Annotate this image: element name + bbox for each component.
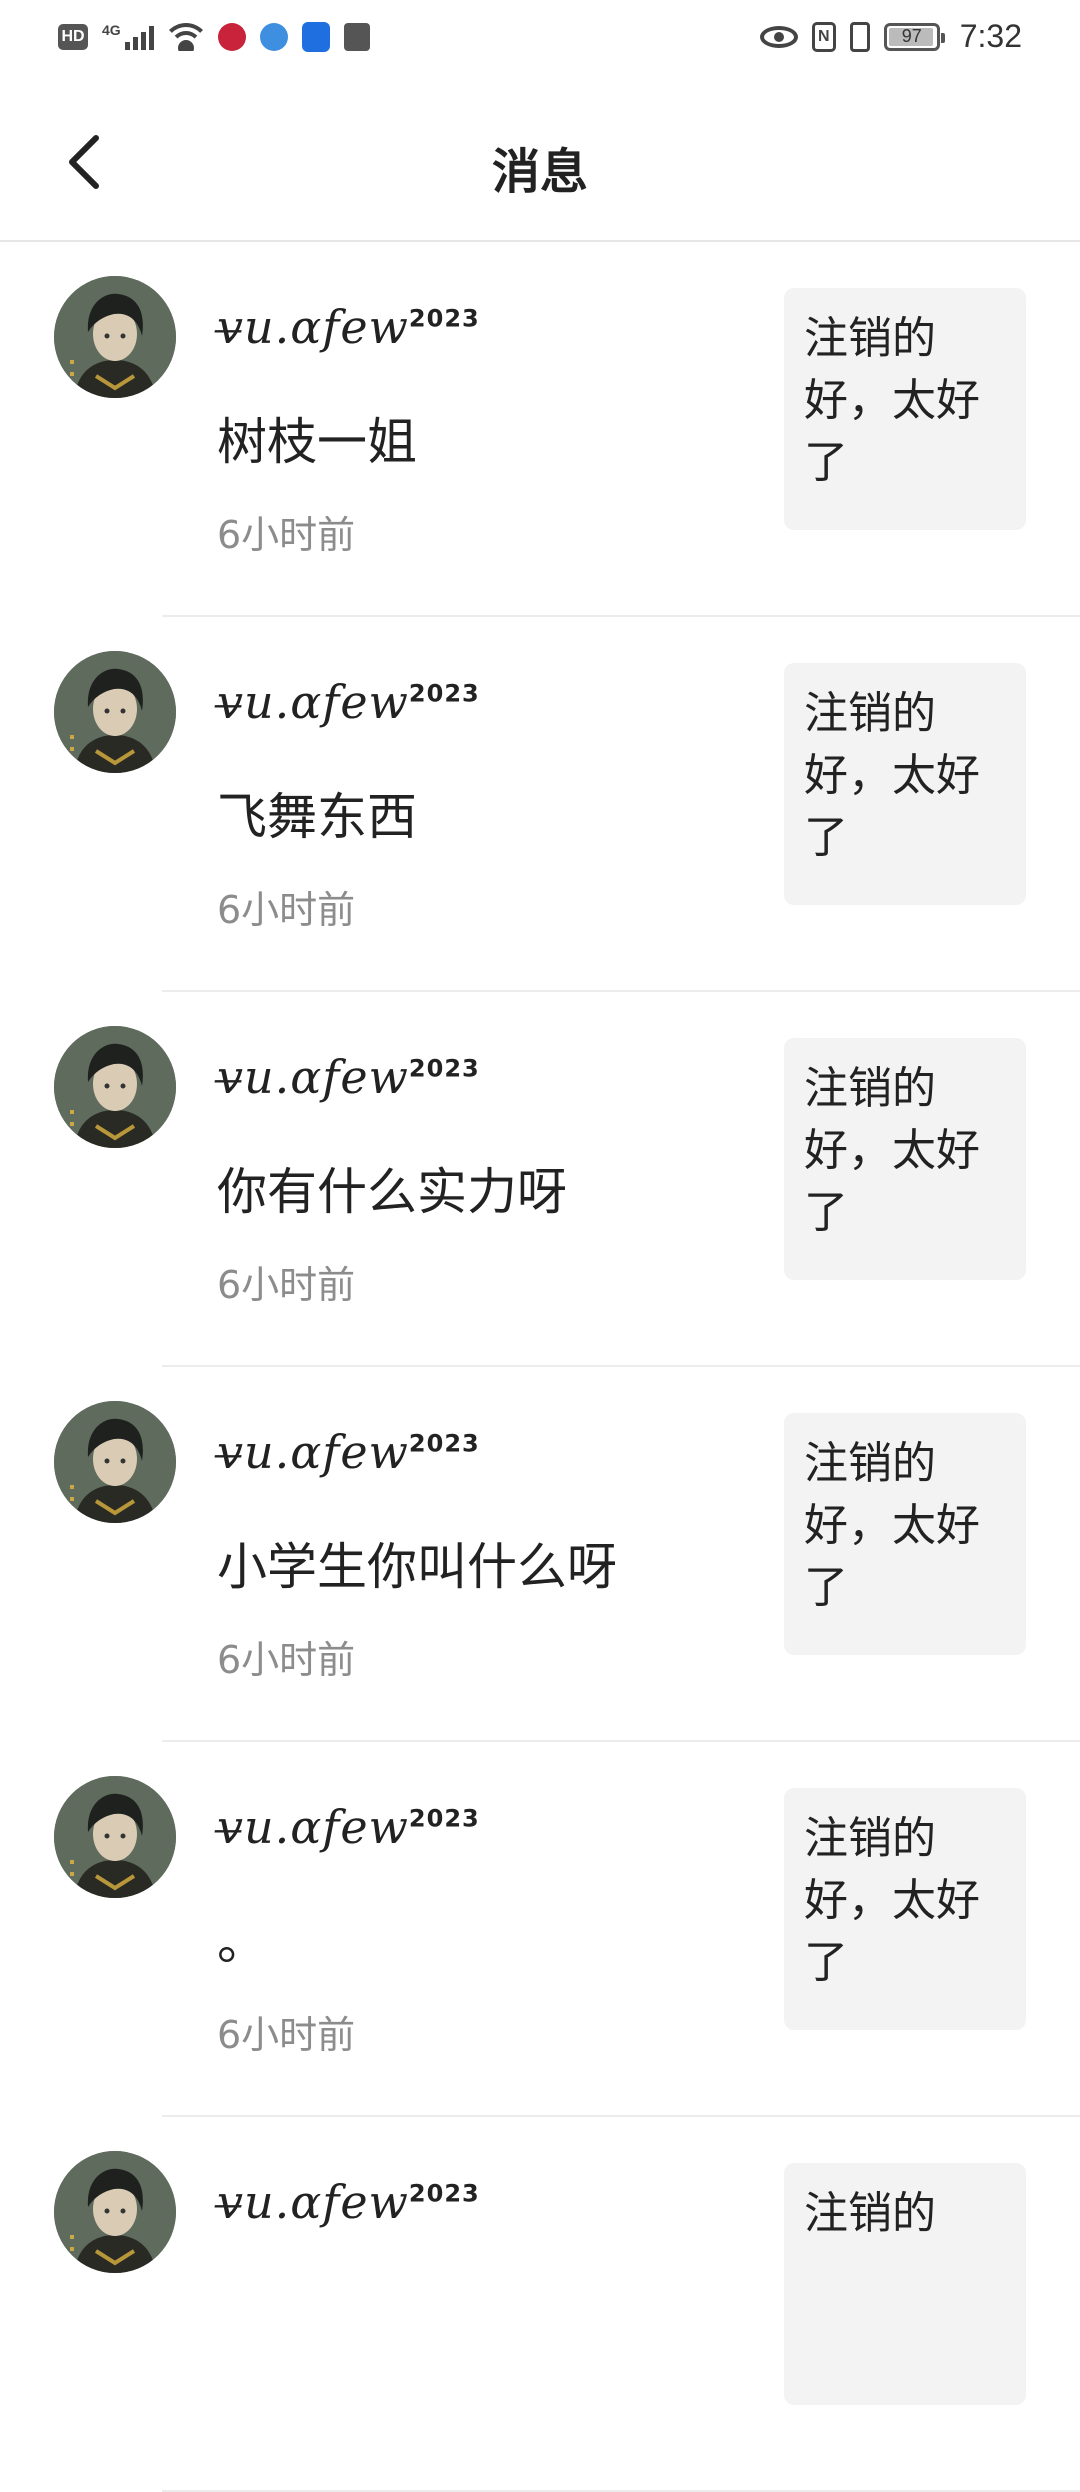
message-time: 6小时前	[217, 888, 356, 932]
username-suffix: 2023	[408, 1429, 480, 1458]
username-suffix: 2023	[408, 2179, 480, 2208]
username-text: v̶u.ɑfew	[217, 1050, 409, 1104]
quoted-comment[interactable]: 注销的好，太好了	[784, 1413, 1026, 1655]
message-item[interactable]: v̶u.ɑfew2023 树枝一姐 6小时前 注销的好，太好了	[0, 242, 1080, 617]
vibrate-icon	[849, 21, 870, 52]
message-time: 6小时前	[217, 1263, 356, 1307]
username-text: v̶u.ɑfew	[217, 1800, 409, 1854]
nfc-icon: N	[811, 21, 836, 52]
clock: 7:32	[959, 18, 1022, 54]
username[interactable]: v̶u.ɑfew2023	[217, 1050, 480, 1104]
username-text: v̶u.ɑfew	[217, 2175, 409, 2229]
username-suffix: 2023	[408, 1054, 480, 1083]
username-text: v̶u.ɑfew	[217, 300, 409, 354]
message-text: 树枝一姐	[217, 413, 417, 471]
avatar-image	[54, 1401, 176, 1523]
message-time: 6小时前	[217, 1638, 356, 1682]
username-text: v̶u.ɑfew	[217, 675, 409, 729]
avatar[interactable]	[54, 651, 176, 773]
message-time: 6小时前	[217, 2013, 356, 2057]
app-notification-icon-blue	[259, 23, 288, 51]
message-item[interactable]: v̶u.ɑfew2023 飞舞东西 6小时前 注销的好，太好了	[0, 617, 1080, 992]
avatar-image	[54, 1776, 176, 1898]
quoted-comment[interactable]: 注销的好，太好了	[784, 1038, 1026, 1280]
battery-icon: 97	[883, 22, 945, 51]
quoted-comment[interactable]: 注销的	[784, 2163, 1026, 2405]
status-bar: HD 4G N 97 7:32	[0, 0, 1080, 82]
quoted-comment[interactable]: 注销的好，太好了	[784, 663, 1026, 905]
username-suffix: 2023	[408, 1804, 480, 1833]
message-text: 飞舞东西	[217, 788, 417, 846]
network-type-label: 4G	[102, 22, 121, 38]
message-item[interactable]: v̶u.ɑfew2023 。 6小时前 注销的好，太好了	[0, 1742, 1080, 2117]
quoted-comment[interactable]: 注销的好，太好了	[784, 1788, 1026, 2030]
message-text: 你有什么实力呀	[217, 1163, 567, 1221]
username[interactable]: v̶u.ɑfew2023	[217, 675, 480, 729]
avatar[interactable]	[54, 1401, 176, 1523]
app-header: 消息	[0, 82, 1080, 242]
eye-comfort-icon	[759, 25, 798, 48]
wifi-icon	[167, 23, 204, 51]
status-bar-right: N 97 7:32	[759, 18, 1022, 55]
message-item[interactable]: v̶u.ɑfew2023 注销的	[0, 2117, 1080, 2492]
username-suffix: 2023	[408, 304, 480, 333]
status-bar-left: HD 4G	[58, 22, 370, 52]
battery-percent: 97	[901, 26, 922, 46]
message-time: 6小时前	[217, 513, 356, 557]
message-item[interactable]: v̶u.ɑfew2023 你有什么实力呀 6小时前 注销的好，太好了	[0, 992, 1080, 1367]
lightbulb-app-icon	[301, 22, 330, 52]
avatar-image	[54, 2151, 176, 2273]
message-text: 小学生你叫什么呀	[217, 1538, 617, 1596]
avatar[interactable]	[54, 1776, 176, 1898]
username[interactable]: v̶u.ɑfew2023	[217, 1425, 480, 1479]
username-text: v̶u.ɑfew	[217, 1425, 409, 1479]
username[interactable]: v̶u.ɑfew2023	[217, 1800, 480, 1854]
cellular-signal-icon	[124, 24, 154, 50]
message-text: 。	[217, 1913, 267, 1971]
avatar[interactable]	[54, 276, 176, 398]
username-suffix: 2023	[408, 679, 480, 708]
hd-voice-icon: HD	[58, 24, 88, 50]
message-item[interactable]: v̶u.ɑfew2023 小学生你叫什么呀 6小时前 注销的好，太好了	[0, 1367, 1080, 1742]
avatar[interactable]	[54, 1026, 176, 1148]
username[interactable]: v̶u.ɑfew2023	[217, 300, 480, 354]
quoted-comment[interactable]: 注销的好，太好了	[784, 288, 1026, 530]
avatar-image	[54, 276, 176, 398]
app-notification-icon-red	[217, 23, 246, 51]
avatar-image	[54, 1026, 176, 1148]
avatar[interactable]	[54, 2151, 176, 2273]
calendar-icon	[343, 23, 370, 51]
message-list[interactable]: v̶u.ɑfew2023 树枝一姐 6小时前 注销的好，太好了 v̶u.ɑfew…	[0, 242, 1080, 2492]
username[interactable]: v̶u.ɑfew2023	[217, 2175, 480, 2229]
avatar-image	[54, 651, 176, 773]
page-title: 消息	[491, 144, 588, 200]
